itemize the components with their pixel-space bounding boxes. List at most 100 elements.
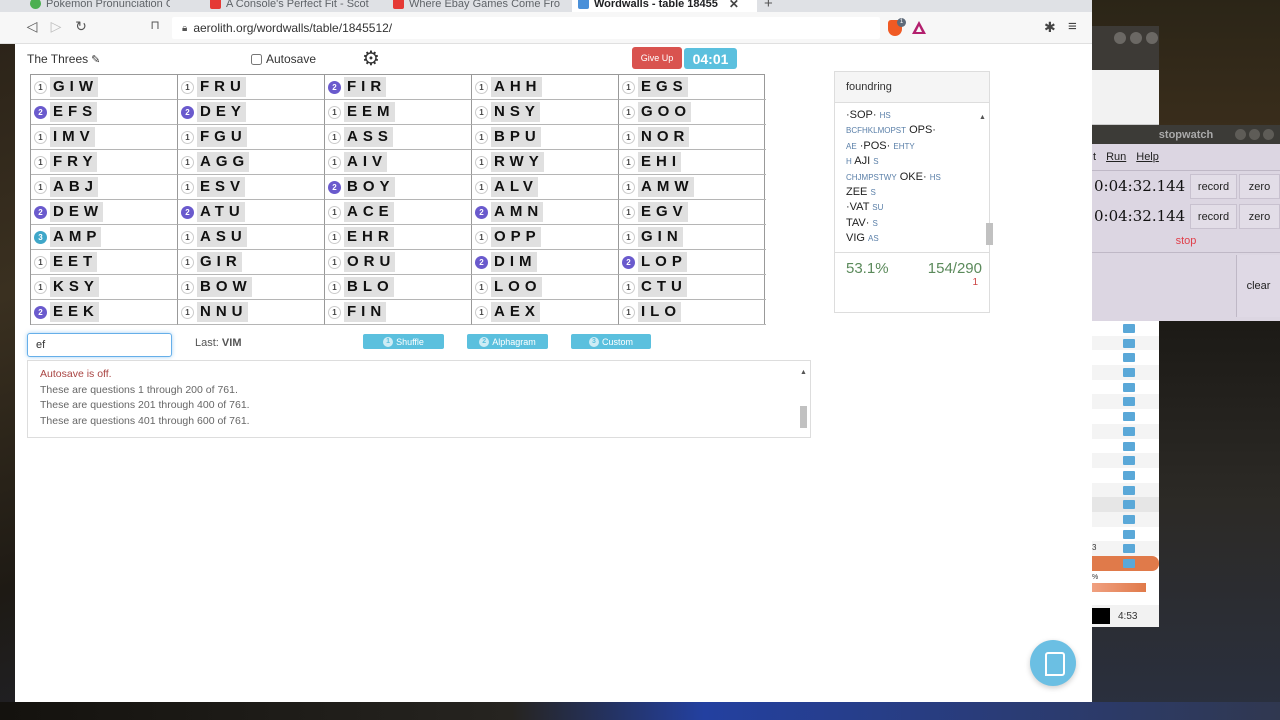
new-tab-button[interactable]: + (764, 0, 773, 12)
question-cell[interactable]: 1 GIW (31, 75, 178, 100)
playlist-item[interactable] (1092, 380, 1159, 395)
menu-help[interactable]: Help (1136, 151, 1159, 163)
playlist-item[interactable] (1092, 365, 1159, 380)
playlist-item[interactable] (1092, 350, 1159, 365)
playlist-item[interactable] (1092, 468, 1159, 483)
record-button[interactable]: record (1190, 204, 1237, 229)
question-cell[interactable]: 2 BOY (325, 175, 472, 200)
question-cell[interactable]: 2 FIR (325, 75, 472, 100)
alphagram-button[interactable]: 2 Alphagram (467, 334, 548, 349)
question-cell[interactable]: 1 ILO (619, 300, 766, 325)
autosave-checkbox[interactable] (251, 53, 262, 65)
question-cell[interactable]: 1 ABJ (31, 175, 178, 200)
playlist-item[interactable] (1092, 453, 1159, 468)
playlist-item[interactable]: 3 (1092, 541, 1159, 556)
clear-button[interactable]: clear (1236, 255, 1280, 317)
question-cell[interactable]: 1 OPP (472, 225, 619, 250)
question-cell[interactable]: 1 GOO (619, 100, 766, 125)
question-cell[interactable]: 2 AMN (472, 200, 619, 225)
question-cell[interactable]: 1 AEX (472, 300, 619, 325)
chat-bubble-button[interactable] (1030, 640, 1076, 686)
guess-input[interactable] (27, 333, 172, 357)
shuffle-button[interactable]: 1 Shuffle (363, 334, 444, 349)
playlist-item[interactable] (1092, 497, 1159, 512)
forward-icon[interactable]: ▷ (46, 18, 66, 35)
give-up-button[interactable]: Give Up (632, 47, 682, 69)
scroll-up-icon[interactable]: ▲ (800, 369, 807, 376)
question-cell[interactable]: 2 LOP (619, 250, 766, 275)
question-cell[interactable]: 1 NSY (472, 100, 619, 125)
brave-rewards-icon[interactable] (912, 21, 926, 34)
autosave-toggle[interactable]: Autosave (251, 52, 316, 66)
gear-icon[interactable]: ⚙ (362, 46, 380, 71)
question-cell[interactable]: 1 KSY (31, 275, 178, 300)
question-cell[interactable]: 1 NNU (178, 300, 325, 325)
tab-ebay[interactable]: Where Ebay Games Come Fro (393, 0, 568, 12)
menu-edit[interactable]: t (1093, 151, 1096, 163)
list-title[interactable]: The Threes ✎ (27, 52, 100, 66)
question-cell[interactable]: 1 ALV (472, 175, 619, 200)
question-cell[interactable]: 1 BPU (472, 125, 619, 150)
question-cell[interactable]: 1 ORU (325, 250, 472, 275)
minimize-icon[interactable] (1235, 129, 1246, 140)
playlist-item[interactable] (1092, 423, 1159, 439)
close-icon[interactable]: ✕ (729, 0, 739, 11)
solutions-scrollbar[interactable]: ▲ (979, 106, 993, 250)
question-cell[interactable]: 1 FRY (31, 150, 178, 175)
question-cell[interactable]: 1 FGU (178, 125, 325, 150)
question-cell[interactable]: 1 NOR (619, 125, 766, 150)
question-cell[interactable]: 2 DEW (31, 200, 178, 225)
playlist-item[interactable] (1092, 556, 1159, 571)
question-cell[interactable]: 1 ESV (178, 175, 325, 200)
question-cell[interactable]: 2 EEK (31, 300, 178, 325)
question-cell[interactable]: 1 ACE (325, 200, 472, 225)
playlist-item[interactable] (1092, 527, 1159, 542)
question-cell[interactable]: 2 ATU (178, 200, 325, 225)
maximize-icon[interactable] (1130, 32, 1142, 44)
question-cell[interactable]: 2 DIM (472, 250, 619, 275)
question-cell[interactable]: 1 LOO (472, 275, 619, 300)
maximize-icon[interactable] (1249, 129, 1260, 140)
menu-run[interactable]: Run (1106, 151, 1126, 163)
question-cell[interactable]: 1 AIV (325, 150, 472, 175)
zero-button[interactable]: zero (1239, 204, 1280, 229)
scrollbar-thumb[interactable] (985, 223, 993, 245)
question-cell[interactable]: 1 GIR (178, 250, 325, 275)
question-cell[interactable]: 1 GIN (619, 225, 766, 250)
scrollbar-thumb[interactable] (800, 406, 807, 428)
scroll-up-icon[interactable]: ▲ (979, 114, 986, 121)
question-cell[interactable]: 1 ASS (325, 125, 472, 150)
tab-wordwalls[interactable]: Wordwalls - table 18455 ✕ (572, 0, 757, 12)
tab-console[interactable]: A Console's Perfect Fit - Scot (210, 0, 380, 12)
question-cell[interactable]: 1 RWY (472, 150, 619, 175)
question-cell[interactable]: 1 AGG (178, 150, 325, 175)
minimize-icon[interactable] (1114, 32, 1126, 44)
question-cell[interactable]: 1 FRU (178, 75, 325, 100)
question-cell[interactable]: 2 EFS (31, 100, 178, 125)
menu-icon[interactable]: ≡ (1068, 18, 1077, 35)
question-cell[interactable]: 1 EGV (619, 200, 766, 225)
question-cell[interactable]: 1 BOW (178, 275, 325, 300)
question-cell[interactable]: 1 ASU (178, 225, 325, 250)
question-cell[interactable]: 1 FIN (325, 300, 472, 325)
playlist-item[interactable] (1092, 439, 1159, 454)
close-icon[interactable] (1146, 32, 1158, 44)
playlist-item[interactable] (1092, 335, 1159, 351)
question-cell[interactable]: 1 IMV (31, 125, 178, 150)
playlist-item[interactable] (1092, 409, 1159, 424)
question-cell[interactable]: 1 EHR (325, 225, 472, 250)
log-scrollbar[interactable]: ▲ (800, 364, 808, 436)
question-cell[interactable]: 3 AMP (31, 225, 178, 250)
zero-button[interactable]: zero (1239, 174, 1280, 199)
playlist-item[interactable] (1092, 394, 1159, 410)
address-bar[interactable]: 🔒︎ aerolith.org/wordwalls/table/1845512/ (172, 17, 880, 39)
custom-button[interactable]: 3 Custom (571, 334, 651, 349)
question-cell[interactable]: 1 EHI (619, 150, 766, 175)
playlist-item[interactable] (1092, 482, 1159, 498)
question-cell[interactable]: 1 EEM (325, 100, 472, 125)
bookmark-icon[interactable]: ⊓ (145, 18, 165, 32)
stop-button[interactable]: stop (1092, 231, 1280, 253)
reload-icon[interactable]: ↻ (71, 18, 91, 35)
close-icon[interactable] (1263, 129, 1274, 140)
question-cell[interactable]: 2 DEY (178, 100, 325, 125)
